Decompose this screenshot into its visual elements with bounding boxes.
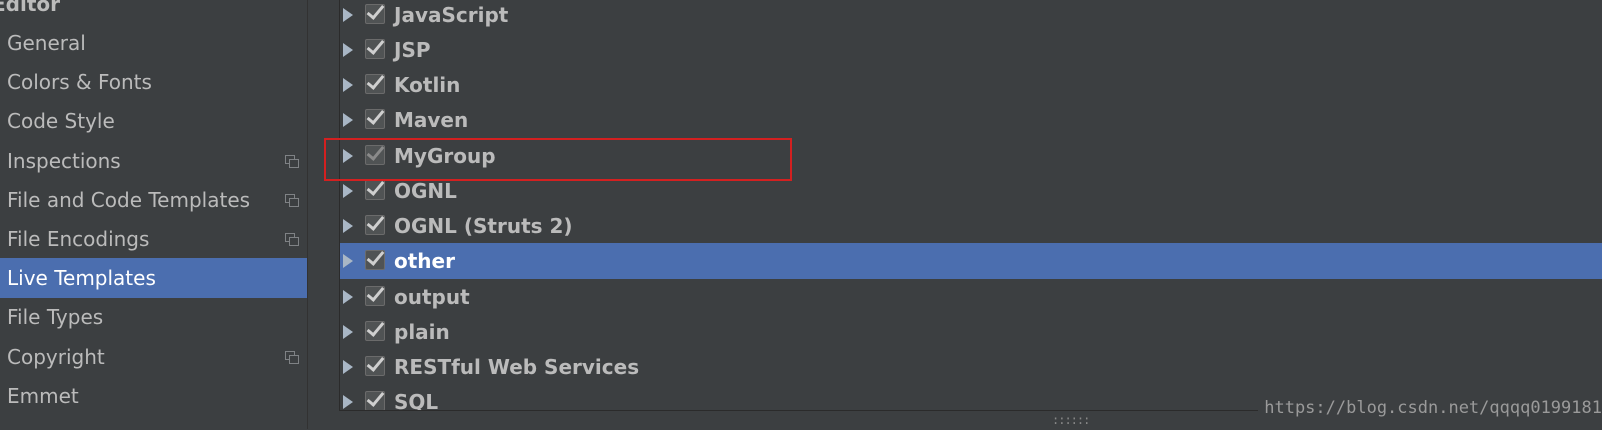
expand-arrow-icon[interactable] bbox=[343, 219, 353, 233]
project-settings-icon bbox=[285, 155, 299, 168]
group-enabled-checkbox[interactable] bbox=[365, 145, 385, 165]
sidebar-item-general[interactable]: General bbox=[0, 23, 322, 63]
group-enabled-checkbox[interactable] bbox=[365, 4, 385, 24]
expand-arrow-icon[interactable] bbox=[343, 325, 353, 339]
tree-row-restful-web-services[interactable]: RESTful Web Services bbox=[340, 349, 1602, 385]
panel-splitter[interactable] bbox=[307, 0, 323, 429]
tree-row-label: other bbox=[394, 249, 455, 273]
sidebar-item-emmet[interactable]: Emmet bbox=[0, 376, 322, 416]
tree-row-jsp[interactable]: JSP bbox=[340, 32, 1602, 68]
group-enabled-checkbox[interactable] bbox=[365, 391, 385, 410]
tree-row-output[interactable]: output bbox=[340, 279, 1602, 315]
sidebar-item-label: Live Templates bbox=[7, 266, 156, 290]
tree-row-label: output bbox=[394, 285, 470, 309]
sidebar-item-colors-fonts[interactable]: Colors & Fonts bbox=[0, 62, 322, 102]
tree-row-other[interactable]: other bbox=[340, 243, 1602, 279]
sidebar-item-copyright[interactable]: Copyright bbox=[0, 337, 322, 377]
project-settings-icon bbox=[285, 351, 299, 364]
group-enabled-checkbox[interactable] bbox=[365, 74, 385, 94]
tree-row-ognl-struts2[interactable]: OGNL (Struts 2) bbox=[340, 208, 1602, 244]
group-enabled-checkbox[interactable] bbox=[365, 321, 385, 341]
expand-arrow-icon[interactable] bbox=[343, 184, 353, 198]
tree-row-label: SQL bbox=[394, 390, 439, 410]
group-enabled-checkbox[interactable] bbox=[365, 356, 385, 376]
expand-arrow-icon[interactable] bbox=[343, 290, 353, 304]
sidebar-item-live-templates[interactable]: Live Templates bbox=[0, 258, 322, 298]
sidebar-item-inspections[interactable]: Inspections bbox=[0, 141, 322, 181]
tree-row-label: OGNL bbox=[394, 179, 457, 203]
sidebar-item-label: Emmet bbox=[7, 384, 79, 408]
expand-arrow-icon[interactable] bbox=[343, 78, 353, 92]
tree-row-label: RESTful Web Services bbox=[394, 355, 640, 379]
expand-arrow-icon[interactable] bbox=[343, 254, 353, 268]
expand-arrow-icon[interactable] bbox=[343, 149, 353, 163]
group-enabled-checkbox[interactable] bbox=[365, 109, 385, 129]
group-enabled-checkbox[interactable] bbox=[365, 250, 385, 270]
tree-row-maven[interactable]: Maven bbox=[340, 102, 1602, 138]
expand-arrow-icon[interactable] bbox=[343, 395, 353, 409]
tree-row-label: MyGroup bbox=[394, 144, 496, 168]
sidebar-item-label: Inspections bbox=[7, 149, 121, 173]
group-enabled-checkbox[interactable] bbox=[365, 39, 385, 59]
expand-arrow-icon[interactable] bbox=[343, 113, 353, 127]
tree-row-label: Kotlin bbox=[394, 73, 461, 97]
settings-sidebar: Editor General Colors & Fonts Code Style… bbox=[0, 0, 322, 429]
expand-arrow-icon[interactable] bbox=[343, 360, 353, 374]
sidebar-item-label: Copyright bbox=[7, 345, 105, 369]
sidebar-item-file-types[interactable]: File Types bbox=[0, 297, 322, 337]
tree-row-label: plain bbox=[394, 320, 450, 344]
group-enabled-checkbox[interactable] bbox=[365, 180, 385, 200]
group-enabled-checkbox[interactable] bbox=[365, 215, 385, 235]
sidebar-item-label: Code Style bbox=[7, 109, 115, 133]
watermark-text: https://blog.csdn.net/qqqq0199181 bbox=[1258, 398, 1602, 418]
tree-row-javascript[interactable]: JavaScript bbox=[340, 0, 1602, 33]
sidebar-item-label: Colors & Fonts bbox=[7, 70, 152, 94]
tree-row-plain[interactable]: plain bbox=[340, 314, 1602, 350]
expand-arrow-icon[interactable] bbox=[343, 8, 353, 22]
tree-row-label: OGNL (Struts 2) bbox=[394, 214, 573, 238]
sidebar-item-label: File Encodings bbox=[7, 227, 150, 251]
tree-row-label: JavaScript bbox=[394, 3, 509, 27]
tree-row-label: Maven bbox=[394, 108, 469, 132]
expand-arrow-icon[interactable] bbox=[343, 43, 353, 57]
sidebar-item-code-style[interactable]: Code Style bbox=[0, 101, 322, 141]
tree-row-ognl[interactable]: OGNL bbox=[340, 173, 1602, 209]
resize-grip-icon[interactable]: :::::: bbox=[1052, 413, 1090, 427]
live-templates-tree: JavaScript JSP Kotlin Maven MyGroup OGNL… bbox=[339, 0, 1602, 410]
sidebar-item-label: File Types bbox=[7, 305, 104, 329]
sidebar-section-header: Editor bbox=[0, 0, 60, 16]
sidebar-item-file-encodings[interactable]: File Encodings bbox=[0, 219, 322, 259]
sidebar-item-label: General bbox=[7, 31, 86, 55]
tree-row-label: JSP bbox=[394, 38, 431, 62]
project-settings-icon bbox=[285, 233, 299, 246]
tree-row-kotlin[interactable]: Kotlin bbox=[340, 67, 1602, 103]
tree-row-mygroup[interactable]: MyGroup bbox=[340, 138, 1602, 174]
project-settings-icon bbox=[285, 194, 299, 207]
sidebar-item-file-code-templates[interactable]: File and Code Templates bbox=[0, 180, 322, 220]
sidebar-item-label: File and Code Templates bbox=[7, 188, 251, 212]
group-enabled-checkbox[interactable] bbox=[365, 286, 385, 306]
